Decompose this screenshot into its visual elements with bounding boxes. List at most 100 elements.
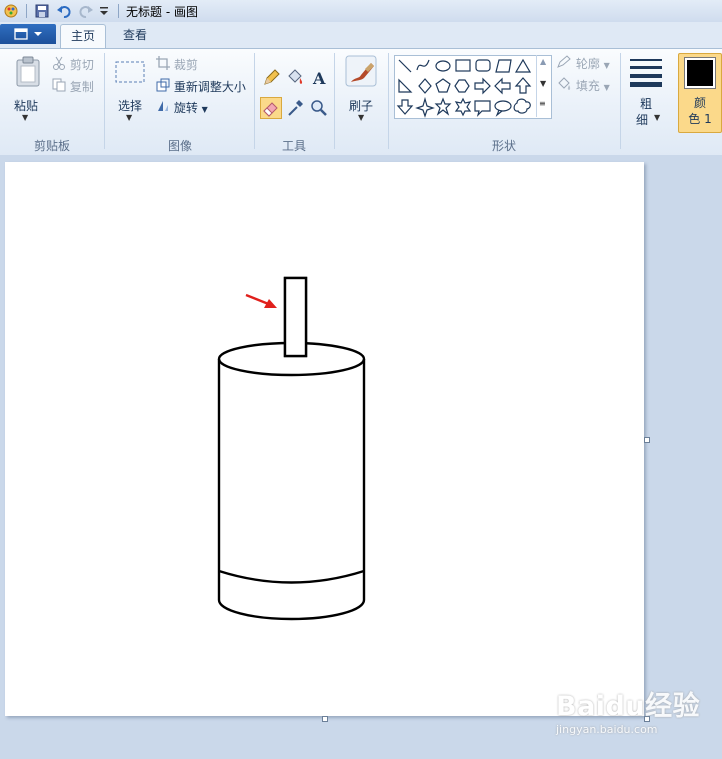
paint-menu-icon — [14, 28, 42, 40]
size-button[interactable]: 粗 细 ▼ — [626, 53, 666, 129]
canvas-resize-handle-bottom[interactable] — [322, 716, 328, 722]
fill-label: 填充 — [575, 79, 600, 93]
canvas-resize-handle-right[interactable] — [644, 437, 650, 443]
crop-label: 裁剪 — [173, 58, 198, 72]
watermark-url: jingyan.baidu.com — [556, 723, 658, 736]
copy-button[interactable]: 复制 — [52, 78, 94, 96]
redo-icon[interactable] — [78, 3, 94, 19]
fill-bucket-icon — [556, 77, 572, 96]
window-title: 无标题 - 画图 — [126, 5, 198, 19]
size-dropdown-arrow: ▼ — [654, 113, 661, 122]
image-group-label: 图像 — [167, 139, 192, 153]
shapes-scroll-up[interactable]: ▲ — [540, 57, 546, 66]
rotate-icon — [156, 99, 170, 118]
rod-front — [283, 276, 308, 358]
group-separator — [620, 53, 621, 149]
fill-dropdown-arrow: ▼ — [603, 83, 610, 92]
group-separator — [388, 53, 389, 149]
color-picker-tool[interactable] — [284, 97, 306, 119]
copy-label: 复制 — [69, 80, 94, 94]
tab-view[interactable]: 查看 — [114, 24, 156, 47]
select-button[interactable]: 选择 ▼ — [112, 53, 148, 125]
paint-app-icon[interactable] — [3, 3, 19, 19]
shapes-gallery — [394, 55, 552, 119]
size-label-line1: 粗 — [639, 97, 652, 111]
title-separator — [118, 4, 119, 18]
tools-group-label: 工具 — [281, 139, 306, 153]
cut-label: 剪切 — [69, 58, 94, 72]
clipboard-icon — [14, 55, 42, 90]
group-separator — [104, 53, 105, 149]
fill-button[interactable]: 填充 ▼ — [556, 77, 610, 95]
paste-dropdown-arrow: ▼ — [22, 113, 29, 122]
fill-tool[interactable] — [284, 67, 306, 89]
resize-button[interactable]: 重新调整大小 — [156, 78, 246, 96]
drawing-canvas[interactable] — [5, 162, 644, 716]
paste-label: 粘贴 — [13, 99, 38, 113]
cut-button[interactable]: 剪切 — [52, 56, 94, 74]
pencil-tool[interactable] — [260, 67, 282, 89]
cylinder-bottom-curve — [217, 599, 366, 621]
brushes-button[interactable]: 刷子 ▼ — [340, 53, 382, 129]
eyedropper-icon — [288, 100, 303, 116]
svg-text:A: A — [312, 69, 326, 88]
magnifier-icon — [311, 100, 327, 116]
color1-label-line2: 色 1 — [688, 112, 712, 126]
resize-label: 重新调整大小 — [173, 80, 246, 94]
paint-menu-button[interactable] — [0, 24, 56, 44]
save-icon[interactable] — [34, 3, 50, 19]
paint-bucket-icon — [288, 69, 303, 84]
copy-icon — [52, 78, 66, 97]
outline-dropdown-arrow: ▼ — [603, 61, 610, 70]
ribbon: 粘贴 ▼ 剪切 复制 剪贴板 选择 ▼ 裁剪 重新调整大小 旋转 ▼ 图像 A … — [0, 48, 722, 156]
eraser-icon — [263, 102, 278, 117]
color1-swatch-frame — [684, 57, 716, 89]
crop-button[interactable]: 裁剪 — [156, 56, 198, 74]
outline-pen-icon — [556, 55, 572, 74]
shapes-expand-button[interactable]: ≡ — [539, 99, 546, 108]
clipboard-group-label: 剪贴板 — [33, 139, 70, 153]
cylinder-band-curve — [218, 569, 365, 584]
select-dropdown-arrow: ▼ — [126, 113, 133, 122]
shapes-group-label: 形状 — [491, 139, 516, 153]
tab-home[interactable]: 主页 — [60, 24, 106, 48]
pencil-icon — [264, 69, 280, 85]
paste-button[interactable]: 粘贴 ▼ — [8, 53, 46, 125]
group-separator — [254, 53, 255, 149]
title-separator — [26, 4, 27, 18]
undo-icon[interactable] — [56, 3, 72, 19]
rotate-dropdown-arrow: ▼ — [201, 105, 208, 114]
brush-icon — [345, 55, 377, 92]
resize-icon — [156, 78, 170, 97]
color1-label-line1: 颜 — [693, 96, 706, 110]
title-bar: 无标题 - 画图 — [0, 0, 722, 23]
shapes-scroll-down[interactable]: ▼ — [540, 79, 546, 88]
brushes-label: 刷子 — [348, 99, 373, 113]
ribbon-tab-row: 主页 查看 — [0, 22, 722, 48]
select-label: 选择 — [117, 99, 142, 113]
line-thickness-icon — [629, 57, 663, 90]
outline-button[interactable]: 轮廓 ▼ — [556, 55, 610, 73]
color1-swatch — [687, 60, 713, 86]
text-a-icon: A — [312, 69, 326, 88]
customize-toolbar-icon[interactable] — [98, 3, 114, 19]
magnifier-tool[interactable] — [308, 97, 330, 119]
size-label-line2: 细 — [635, 113, 648, 127]
selection-rectangle-icon — [114, 59, 146, 88]
eraser-tool[interactable] — [260, 97, 282, 119]
shapes-gallery-scroller: ▲ ▼ ≡ — [536, 55, 551, 117]
rotate-button[interactable]: 旋转 ▼ — [156, 99, 208, 117]
watermark-logo: Baidu经验 — [556, 691, 701, 722]
shapes-gallery-grid — [396, 58, 532, 118]
color1-button[interactable]: 颜 色 1 — [678, 53, 722, 133]
crop-icon — [156, 56, 170, 75]
baidu-watermark: Baidu经验 jingyan.baidu.com — [556, 684, 700, 736]
cylinder-drawing — [217, 276, 366, 621]
scissors-icon — [52, 56, 66, 75]
outline-label: 轮廓 — [575, 57, 600, 71]
annotation-arrow-icon — [245, 293, 277, 308]
brushes-dropdown-arrow: ▼ — [358, 113, 365, 122]
text-tool[interactable]: A — [308, 67, 330, 89]
group-separator — [334, 53, 335, 149]
rotate-label: 旋转 — [173, 101, 198, 115]
